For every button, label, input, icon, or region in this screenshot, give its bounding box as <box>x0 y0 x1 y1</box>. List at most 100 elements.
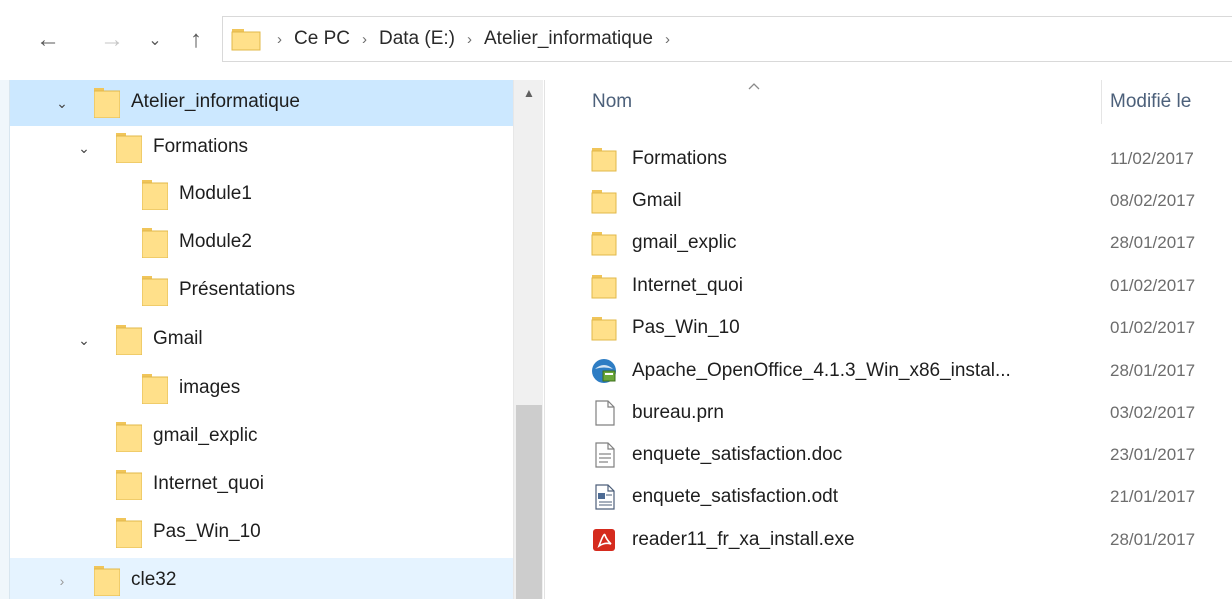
file-list-item[interactable]: Pas_Win_10 01/02/2017 <box>586 307 1232 349</box>
file-list-item[interactable]: reader11_fr_xa_install.exe 28/01/2017 <box>586 519 1232 561</box>
nav-tree-item[interactable]: Présentations <box>10 268 513 314</box>
nav-tree-item-label: images <box>179 377 241 398</box>
file-name: Apache_OpenOffice_4.1.3_Win_x86_instal..… <box>632 360 1011 381</box>
writer-document-icon <box>595 484 615 510</box>
nav-tree-item[interactable]: › cle32 <box>10 558 513 599</box>
nav-tree-item[interactable]: images <box>10 366 513 412</box>
back-button[interactable]: ← <box>32 26 64 54</box>
column-divider[interactable] <box>1101 80 1102 124</box>
breadcrumb-separator[interactable]: › <box>362 31 367 48</box>
file-modified-date: 28/01/2017 <box>1110 361 1196 380</box>
nav-tree-item-label: Internet_quoi <box>153 473 264 494</box>
file-name: Internet_quoi <box>632 275 743 296</box>
file-list-item[interactable]: gmail_explic 28/01/2017 <box>586 222 1232 264</box>
file-name: enquete_satisfaction.odt <box>632 486 838 507</box>
file-list-item[interactable]: Apache_OpenOffice_4.1.3_Win_x86_instal..… <box>586 350 1232 392</box>
folder-icon <box>116 422 142 452</box>
up-button[interactable]: ↑ <box>182 26 210 54</box>
folder-icon <box>116 470 142 500</box>
file-list-item[interactable]: enquete_satisfaction.doc 23/01/2017 <box>586 434 1232 476</box>
folder-icon <box>591 148 617 172</box>
file-list-item[interactable]: enquete_satisfaction.odt 21/01/2017 <box>586 476 1232 518</box>
nav-tree-item[interactable]: ⌄ Gmail <box>10 317 513 363</box>
file-list-item[interactable]: bureau.prn 03/02/2017 <box>586 392 1232 434</box>
nav-tree-item[interactable]: ⌄ Formations <box>10 125 513 171</box>
folder-icon <box>591 317 617 341</box>
nav-tree-item-label: Gmail <box>153 328 203 349</box>
file-modified-date: 28/01/2017 <box>1110 530 1196 549</box>
nav-tree-item[interactable]: Pas_Win_10 <box>10 510 513 556</box>
folder-icon <box>231 29 261 51</box>
file-list-pane: Nom Modifié le Formations 11/02/2017 Gmail… <box>546 80 1232 599</box>
file-modified-date: 28/01/2017 <box>1110 233 1196 252</box>
installer-icon <box>592 359 616 383</box>
document-icon <box>595 442 615 468</box>
breadcrumb-separator[interactable]: › <box>665 31 670 48</box>
file-modified-date: 23/01/2017 <box>1110 445 1196 464</box>
file-name: enquete_satisfaction.doc <box>632 444 843 465</box>
chevron-down-icon: ⌄ <box>148 32 162 49</box>
column-header-name[interactable]: Nom <box>592 80 1092 124</box>
file-modified-date: 01/02/2017 <box>1110 276 1196 295</box>
file-modified-date: 01/02/2017 <box>1110 318 1196 337</box>
nav-tree-item[interactable]: Internet_quoi <box>10 462 513 508</box>
nav-tree-item[interactable]: Module1 <box>10 172 513 218</box>
column-header-modified[interactable]: Modifié le <box>1110 80 1232 124</box>
folder-icon <box>591 275 617 299</box>
folder-icon <box>591 232 617 256</box>
breadcrumb-atelier-informatique[interactable]: Atelier_informatique <box>484 28 653 50</box>
folder-icon <box>142 180 168 210</box>
back-arrow-icon: ← <box>36 26 60 53</box>
navigation-pane: ⌄ Atelier_informatique ⌄ Formations Module1 M… <box>0 80 545 599</box>
file-name: Gmail <box>632 190 682 211</box>
breadcrumb-ce-pc[interactable]: Ce PC <box>294 28 350 50</box>
file-list-item[interactable]: Formations 11/02/2017 <box>586 138 1232 180</box>
folder-icon <box>116 518 142 548</box>
nav-tree-item-label: gmail_explic <box>153 425 258 446</box>
nav-tree-item-label: Module1 <box>179 183 252 204</box>
nav-tree-item-label: Présentations <box>179 279 296 300</box>
address-bar[interactable]: › Ce PC › Data (E:) › Atelier_informatiq… <box>222 16 1232 62</box>
file-name: Pas_Win_10 <box>632 317 740 338</box>
file-modified-date: 21/01/2017 <box>1110 487 1196 506</box>
recent-locations-button[interactable]: ⌄ <box>144 26 166 54</box>
chevron-right-icon[interactable]: › <box>52 571 72 591</box>
folder-icon <box>116 133 142 163</box>
breadcrumb-separator[interactable]: › <box>467 31 472 48</box>
column-header-modified-label: Modifié le <box>1110 91 1192 112</box>
navigation-scrollbar[interactable]: ▲ <box>513 80 543 599</box>
nav-tree-item-label: Atelier_informatique <box>131 91 300 112</box>
nav-tree-item[interactable]: ⌄ Atelier_informatique <box>10 80 513 126</box>
chevron-down-icon[interactable]: ⌄ <box>52 93 72 113</box>
file-name: bureau.prn <box>632 402 724 423</box>
file-name: gmail_explic <box>632 232 737 253</box>
scroll-up-icon[interactable]: ▲ <box>514 86 544 106</box>
file-name: Formations <box>632 148 728 169</box>
scrollbar-thumb[interactable] <box>516 405 542 599</box>
nav-tree-item[interactable]: gmail_explic <box>10 414 513 460</box>
folder-icon <box>142 276 168 306</box>
nav-tree-item[interactable]: Module2 <box>10 220 513 266</box>
folder-icon <box>142 228 168 258</box>
breadcrumb-data-e[interactable]: Data (E:) <box>379 28 455 50</box>
blank-file-icon <box>595 400 615 426</box>
folder-icon <box>142 374 168 404</box>
nav-tree-item-label: cle32 <box>131 569 177 590</box>
folder-icon <box>116 325 142 355</box>
folder-icon <box>591 190 617 214</box>
forward-arrow-icon: → <box>100 26 124 53</box>
forward-button[interactable]: → <box>96 26 128 54</box>
chevron-down-icon[interactable]: ⌄ <box>74 138 94 158</box>
column-header-name-label: Nom <box>592 91 633 112</box>
folder-icon <box>94 566 120 596</box>
file-list-item[interactable]: Internet_quoi 01/02/2017 <box>586 265 1232 307</box>
breadcrumb-separator[interactable]: › <box>277 31 282 48</box>
file-modified-date: 11/02/2017 <box>1110 149 1194 168</box>
file-list-item[interactable]: Gmail 08/02/2017 <box>586 180 1232 222</box>
acrobat-installer-icon <box>593 529 615 551</box>
chevron-down-icon[interactable]: ⌄ <box>74 330 94 350</box>
nav-tree-item-label: Formations <box>153 136 249 157</box>
file-modified-date: 03/02/2017 <box>1110 403 1196 422</box>
up-arrow-icon: ↑ <box>190 26 202 53</box>
file-modified-date: 08/02/2017 <box>1110 191 1196 210</box>
